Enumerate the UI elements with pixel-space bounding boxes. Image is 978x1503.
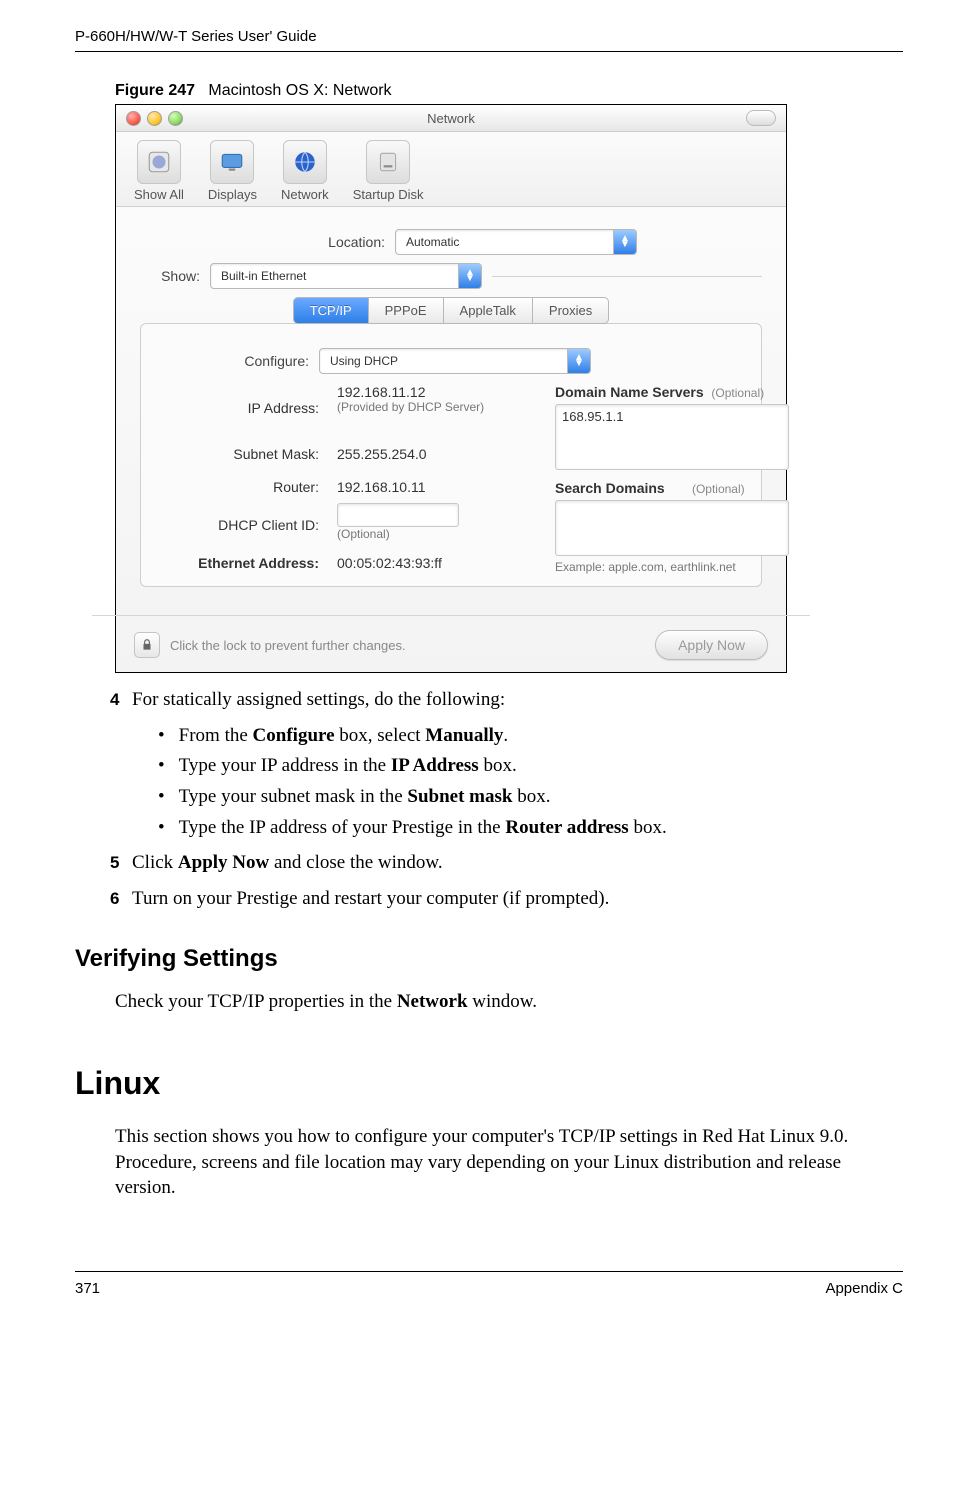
- figure-caption: Figure 247 Macintosh OS X: Network: [115, 82, 903, 100]
- router-label: Router:: [159, 479, 319, 495]
- window-title: Network: [116, 111, 786, 126]
- bullet-ip: Type your IP address in the IP Address b…: [158, 753, 903, 779]
- tcpip-panel: Configure: Using DHCP IP Address: 192.16…: [140, 323, 762, 587]
- ethernet-label: Ethernet Address:: [159, 555, 319, 571]
- figure-title: Macintosh OS X: Network: [208, 82, 391, 99]
- step-4: 4For statically assigned settings, do th…: [110, 687, 903, 840]
- subnet-label: Subnet Mask:: [159, 446, 319, 462]
- show-label: Show:: [140, 268, 200, 284]
- network-icon: [283, 140, 327, 184]
- heading-verifying: Verifying Settings: [75, 945, 903, 973]
- step-4-text: For statically assigned settings, do the…: [132, 689, 505, 710]
- bullet-router: Type the IP address of your Prestige in …: [158, 815, 903, 841]
- search-optional: (Optional): [692, 482, 745, 496]
- toolbar-startup-disk[interactable]: Startup Disk: [353, 140, 424, 202]
- step-5: 5Click Apply Now and close the window.: [110, 850, 903, 876]
- displays-icon: [210, 140, 254, 184]
- tab-tcpip[interactable]: TCP/IP: [293, 297, 369, 324]
- step-6: 6Turn on your Prestige and restart your …: [110, 886, 903, 912]
- chevron-updown-icon: [567, 349, 590, 373]
- appendix-label: Appendix C: [825, 1280, 903, 1297]
- dns-optional: (Optional): [711, 386, 764, 400]
- linux-text: This section shows you how to configure …: [115, 1124, 903, 1201]
- tab-appletalk[interactable]: AppleTalk: [444, 297, 533, 324]
- lock-icon: [140, 638, 154, 652]
- router-value: 192.168.10.11: [337, 479, 537, 495]
- search-textarea[interactable]: [555, 500, 789, 556]
- startup-disk-icon: [366, 140, 410, 184]
- ip-sub: (Provided by DHCP Server): [337, 400, 537, 414]
- chevron-updown-icon: [613, 230, 636, 254]
- location-select[interactable]: Automatic: [395, 229, 637, 255]
- dhcp-input[interactable]: [337, 503, 459, 527]
- configure-label: Configure:: [159, 353, 309, 369]
- show-value: Built-in Ethernet: [221, 269, 306, 283]
- toolbar-label: Displays: [208, 187, 257, 202]
- subnet-value: 255.255.254.0: [337, 446, 537, 462]
- dns-value: 168.95.1.1: [562, 409, 623, 424]
- page-header: P-660H/HW/W-T Series User' Guide: [75, 28, 903, 52]
- verify-text: Check your TCP/IP properties in the Netw…: [115, 989, 903, 1015]
- toolbar-label: Network: [281, 187, 329, 202]
- dhcp-label: DHCP Client ID:: [159, 517, 319, 533]
- toolbar-label: Show All: [134, 187, 184, 202]
- configure-select[interactable]: Using DHCP: [319, 348, 591, 374]
- figure-label: Figure 247: [115, 82, 195, 99]
- location-value: Automatic: [406, 235, 459, 249]
- search-label: Search Domains: [555, 480, 665, 496]
- screenshot-network-window: Network Show All Displays: [115, 104, 787, 673]
- lock-button[interactable]: [134, 632, 160, 658]
- dhcp-optional: (Optional): [337, 527, 537, 541]
- toolbar: Show All Displays Network: [116, 132, 786, 207]
- page-footer: 371 Appendix C: [75, 1271, 903, 1297]
- toolbar-show-all[interactable]: Show All: [134, 140, 184, 202]
- ip-label: IP Address:: [159, 400, 319, 416]
- chevron-updown-icon: [458, 264, 481, 288]
- show-all-icon: [137, 140, 181, 184]
- show-select[interactable]: Built-in Ethernet: [210, 263, 482, 289]
- tab-pppoe[interactable]: PPPoE: [369, 297, 444, 324]
- window-titlebar: Network: [116, 105, 786, 132]
- lock-text: Click the lock to prevent further change…: [170, 638, 406, 653]
- apply-now-button[interactable]: Apply Now: [655, 630, 768, 660]
- search-example: Example: apple.com, earthlink.net: [555, 560, 789, 574]
- toolbar-displays[interactable]: Displays: [208, 140, 257, 202]
- ip-value: 192.168.11.12: [337, 384, 537, 400]
- tab-bar: TCP/IP PPPoE AppleTalk Proxies: [140, 297, 762, 324]
- toolbar-label: Startup Disk: [353, 187, 424, 202]
- dns-label: Domain Name Servers: [555, 384, 704, 400]
- dns-textarea[interactable]: 168.95.1.1: [555, 404, 789, 470]
- heading-linux: Linux: [75, 1065, 903, 1102]
- toolbar-network[interactable]: Network: [281, 140, 329, 202]
- bullet-subnet: Type your subnet mask in the Subnet mask…: [158, 784, 903, 810]
- page-number: 371: [75, 1280, 100, 1297]
- bullet-configure: From the Configure box, select Manually.: [158, 723, 903, 749]
- ethernet-value: 00:05:02:43:93:ff: [337, 555, 537, 571]
- configure-value: Using DHCP: [330, 354, 398, 368]
- tab-proxies[interactable]: Proxies: [533, 297, 609, 324]
- location-label: Location:: [265, 234, 385, 250]
